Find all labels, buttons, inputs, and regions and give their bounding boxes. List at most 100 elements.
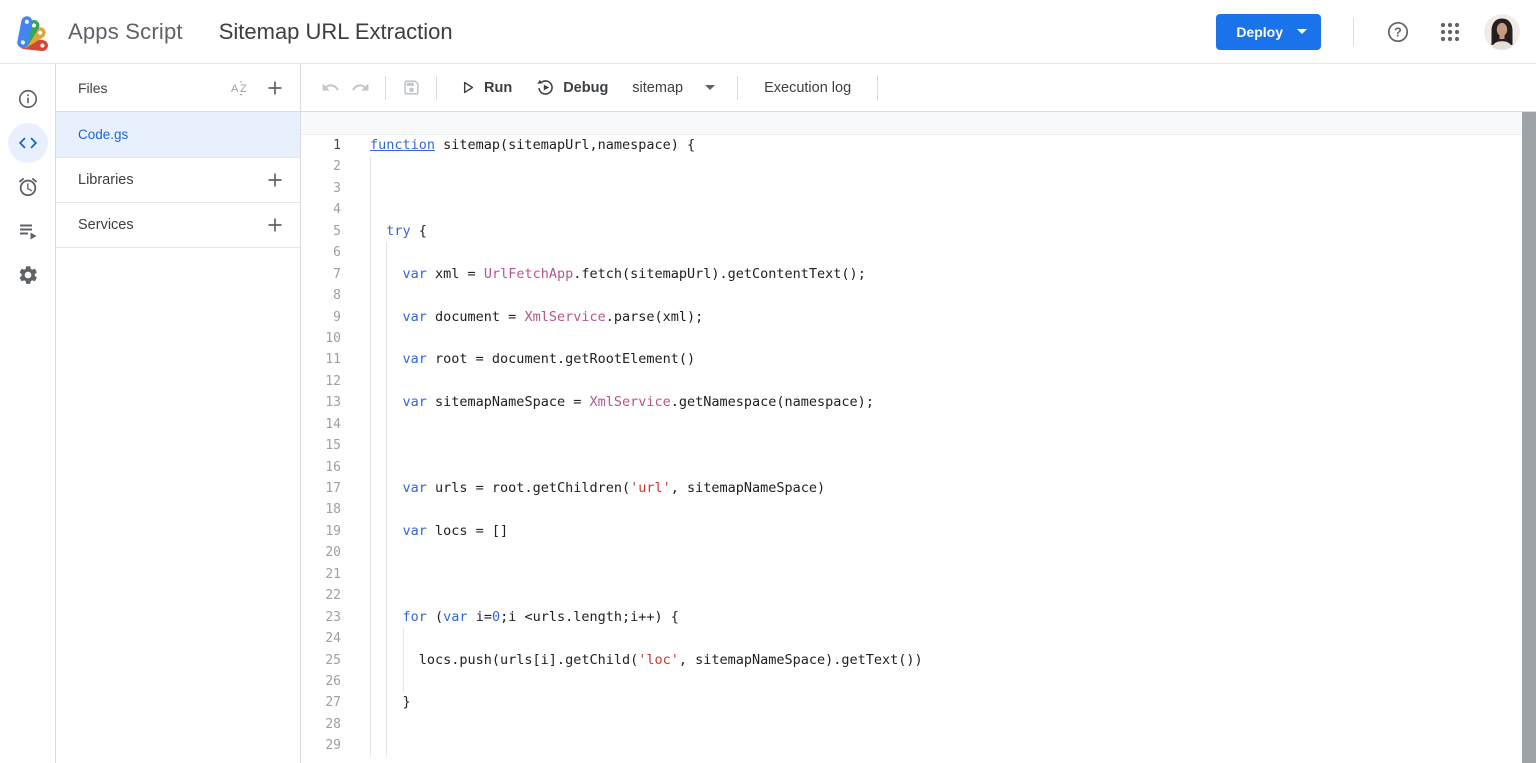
indent-guide <box>370 285 371 306</box>
indent-guide <box>370 221 371 242</box>
code-line[interactable]: 7 var xml = UrlFetchApp.fetch(sitemapUrl… <box>301 264 1536 285</box>
code-line[interactable]: 17 var urls = root.getChildren('url', si… <box>301 478 1536 499</box>
avatar[interactable] <box>1484 14 1520 50</box>
add-library-icon[interactable] <box>266 171 284 189</box>
header-divider <box>1353 18 1354 46</box>
code-line[interactable]: 19 var locs = [] <box>301 521 1536 542</box>
code-text <box>370 178 1536 199</box>
code-line[interactable]: 9 var document = XmlService.parse(xml); <box>301 307 1536 328</box>
code-line[interactable]: 3 <box>301 178 1536 199</box>
code-line[interactable]: 23 for (var i=0;i <urls.length;i++) { <box>301 607 1536 628</box>
undo-icon <box>321 78 340 97</box>
code-text <box>370 199 1536 220</box>
code-line[interactable]: 15 <box>301 435 1536 456</box>
svg-text:Z: Z <box>240 83 247 95</box>
code-line[interactable]: 18 <box>301 499 1536 520</box>
code-line[interactable]: 28 <box>301 714 1536 735</box>
undo-button[interactable] <box>315 73 345 103</box>
chevron-down-icon <box>1297 29 1307 34</box>
redo-button[interactable] <box>345 73 375 103</box>
code-text: var locs = [] <box>370 521 1536 542</box>
help-icon: ? <box>1386 20 1410 44</box>
line-number: 21 <box>301 564 341 585</box>
function-selector[interactable]: sitemap <box>620 70 727 106</box>
add-service-icon[interactable] <box>266 216 284 234</box>
files-panel: Files A Z Code.gs Libraries <box>56 64 301 763</box>
code-line[interactable]: 10 <box>301 328 1536 349</box>
avatar-image <box>1484 14 1520 50</box>
code-line[interactable]: 25 locs.push(urls[i].getChild('loc', sit… <box>301 650 1536 671</box>
indent-guide <box>370 564 371 585</box>
deploy-button[interactable]: Deploy <box>1216 14 1321 50</box>
line-number: 10 <box>301 328 341 349</box>
code-text: var sitemapNameSpace = XmlService.getNam… <box>370 392 1536 413</box>
code-line[interactable]: 14 <box>301 414 1536 435</box>
debug-label: Debug <box>563 80 608 96</box>
services-label: Services <box>78 217 134 233</box>
file-item-code-gs[interactable]: Code.gs <box>56 112 300 158</box>
code-text: var urls = root.getChildren('url', sitem… <box>370 478 1536 499</box>
indent-guide <box>370 607 371 628</box>
play-icon <box>459 79 476 96</box>
line-number: 3 <box>301 178 341 199</box>
line-number: 6 <box>301 242 341 263</box>
code-line[interactable]: 6 <box>301 242 1536 263</box>
sidebar-item-overview[interactable] <box>8 79 48 119</box>
code-line[interactable]: 29 <box>301 735 1536 756</box>
code-line[interactable]: 16 <box>301 457 1536 478</box>
run-button[interactable]: Run <box>447 70 524 106</box>
code-text <box>370 435 1536 456</box>
libraries-section[interactable]: Libraries <box>56 158 300 203</box>
code-line[interactable]: 27 } <box>301 692 1536 713</box>
left-rail <box>0 64 56 763</box>
indent-guide <box>370 371 371 392</box>
code-line[interactable]: 1function sitemap(sitemapUrl,namespace) … <box>301 135 1536 156</box>
file-name: Code.gs <box>78 127 128 142</box>
code-line[interactable]: 21 <box>301 564 1536 585</box>
code-line[interactable]: 13 var sitemapNameSpace = XmlService.get… <box>301 392 1536 413</box>
info-icon <box>17 88 39 110</box>
sort-az-icon[interactable]: A Z <box>230 79 250 97</box>
gear-icon <box>17 264 39 286</box>
indent-guide <box>370 714 371 735</box>
code-line[interactable]: 22 <box>301 585 1536 606</box>
sidebar-item-executions[interactable] <box>8 211 48 251</box>
apps-grid-button[interactable] <box>1430 12 1470 52</box>
app-header: Apps Script Sitemap URL Extraction Deplo… <box>0 0 1536 64</box>
code-line[interactable]: 26 <box>301 671 1536 692</box>
code-line[interactable]: 20 <box>301 542 1536 563</box>
code-editor[interactable]: 1function sitemap(sitemapUrl,namespace) … <box>301 112 1536 763</box>
code-line[interactable]: 11 var root = document.getRootElement() <box>301 349 1536 370</box>
code-text: var document = XmlService.parse(xml); <box>370 307 1536 328</box>
indent-guide <box>370 242 371 263</box>
indent-guide <box>386 285 387 306</box>
execution-log-button[interactable]: Execution log <box>748 70 867 106</box>
help-button[interactable]: ? <box>1378 12 1418 52</box>
line-number: 19 <box>301 521 341 542</box>
save-button[interactable] <box>396 73 426 103</box>
code-line[interactable]: 4 <box>301 199 1536 220</box>
code-line[interactable]: 24 <box>301 628 1536 649</box>
sidebar-item-settings[interactable] <box>8 255 48 295</box>
indent-guide <box>370 542 371 563</box>
debug-button[interactable]: Debug <box>524 70 620 106</box>
line-number: 16 <box>301 457 341 478</box>
svg-text:A: A <box>231 83 239 95</box>
add-file-icon[interactable] <box>266 79 284 97</box>
code-line[interactable]: 2 <box>301 156 1536 177</box>
indent-guide <box>370 264 371 285</box>
sidebar-item-editor[interactable] <box>8 123 48 163</box>
services-section[interactable]: Services <box>56 203 300 248</box>
code-line[interactable]: 8 <box>301 285 1536 306</box>
indent-guide <box>386 242 387 263</box>
code-line[interactable]: 5 try { <box>301 221 1536 242</box>
alarm-clock-icon <box>17 176 39 198</box>
execution-log-label: Execution log <box>764 80 851 96</box>
indent-guide <box>370 499 371 520</box>
indent-guide <box>370 735 371 756</box>
project-title[interactable]: Sitemap URL Extraction <box>219 19 453 45</box>
editor-scrollbar[interactable] <box>1522 112 1536 763</box>
sidebar-item-triggers[interactable] <box>8 167 48 207</box>
code-line[interactable]: 12 <box>301 371 1536 392</box>
code-text: function sitemap(sitemapUrl,namespace) { <box>370 135 1536 156</box>
